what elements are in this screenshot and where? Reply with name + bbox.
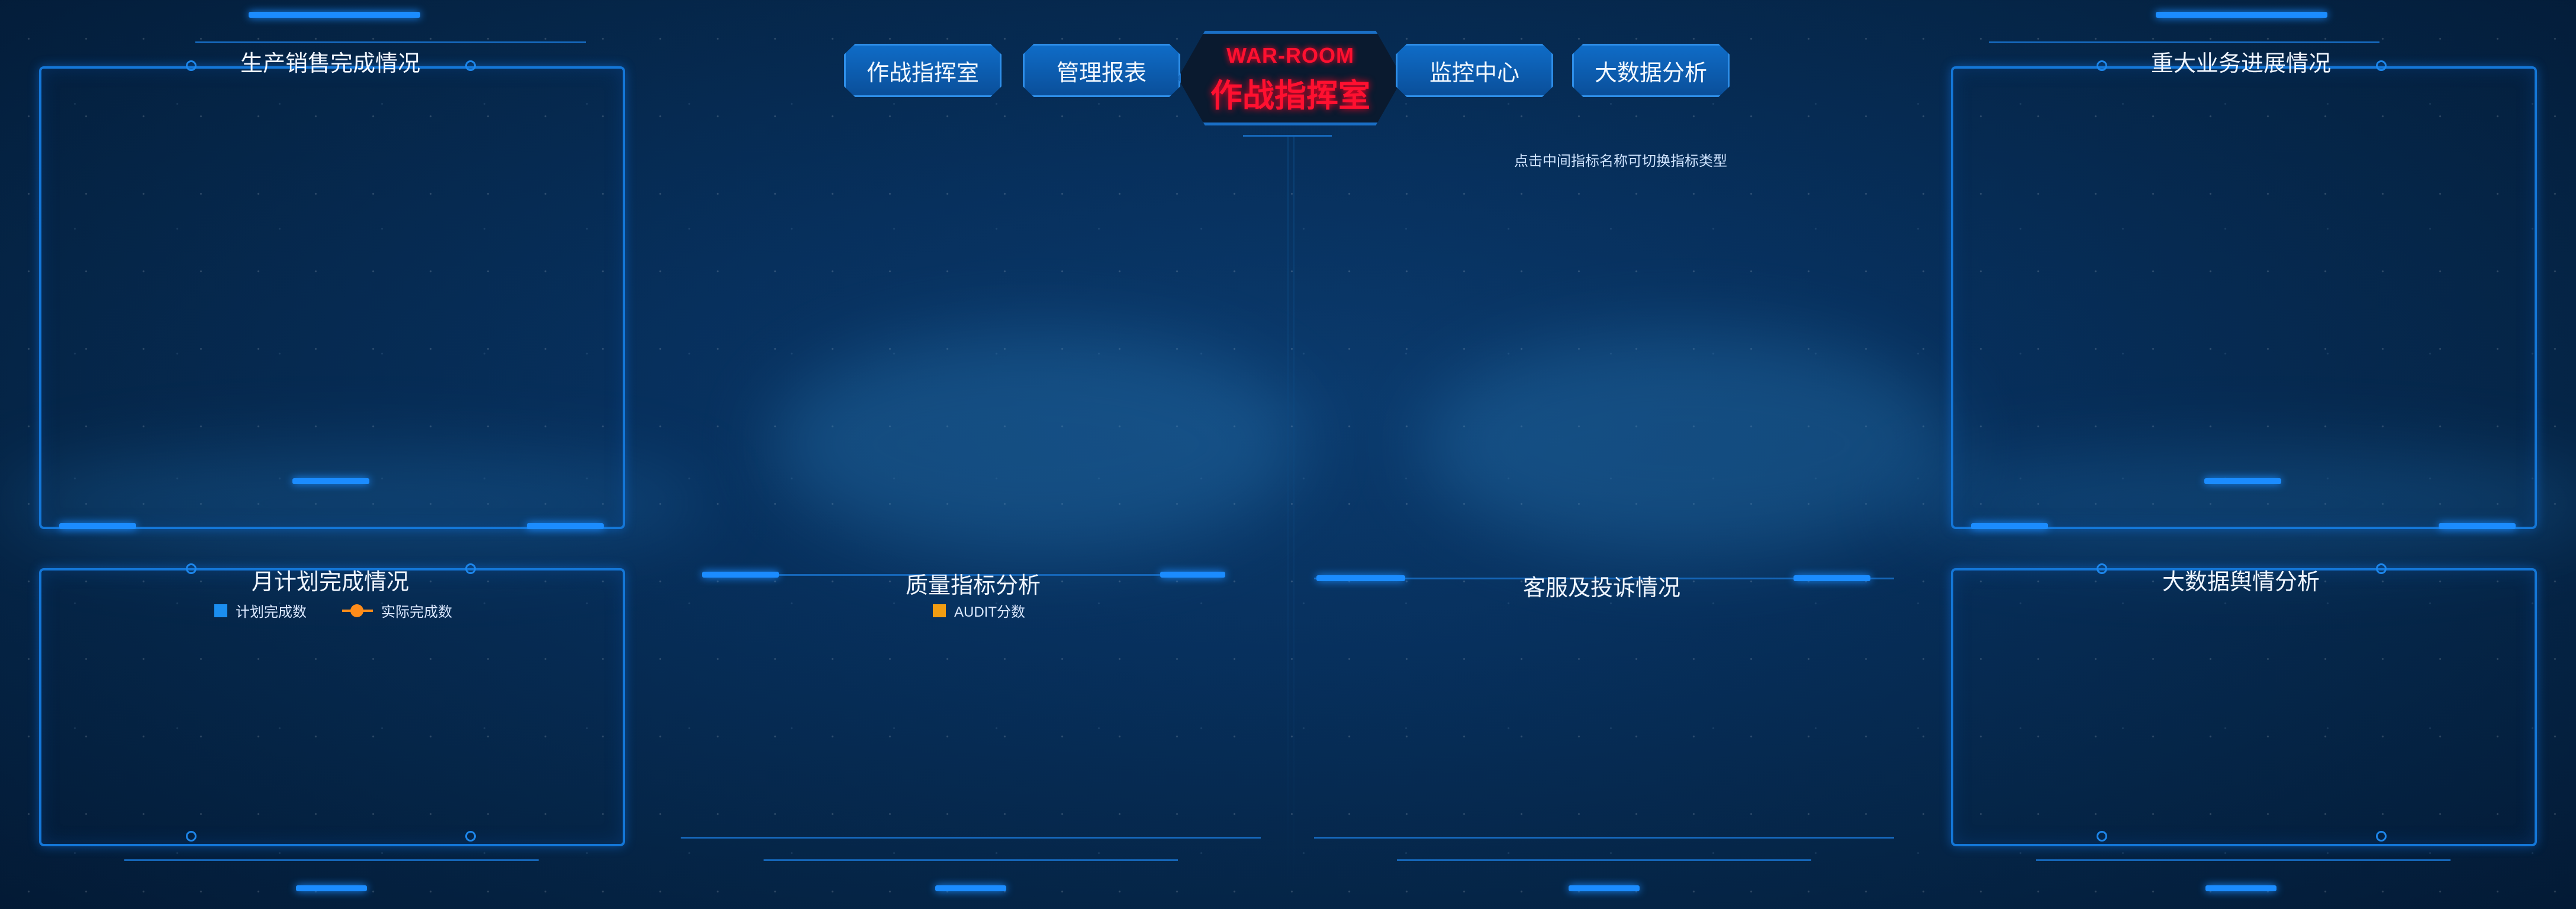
panel-title: 生产销售完成情况: [240, 51, 421, 76]
panel-footer-line: [124, 859, 539, 861]
emblem-chinese-title: 作战指挥室: [1210, 78, 1370, 114]
panel-title: 月计划完成情况: [251, 570, 410, 595]
panel-accent: [1569, 885, 1640, 891]
legend-label: 实际完成数: [381, 604, 452, 620]
legend-plan-completed[interactable]: 计划完成数: [214, 600, 307, 621]
panel-accent: [1160, 572, 1225, 578]
panel-title: 重大业务进展情况: [2150, 51, 2332, 76]
panel-accent: [2439, 523, 2516, 529]
center-divider-line: [1287, 136, 1289, 894]
legend-label: AUDIT分数: [954, 604, 1025, 620]
panel-monthly-plan: [39, 568, 625, 846]
panel-title[interactable]: 客服及投诉情况: [1523, 569, 1680, 602]
nav-button-monitor-center[interactable]: 监控中心: [1396, 44, 1553, 97]
center-divider-line-2: [1293, 136, 1295, 894]
panel-corner-dot: [186, 563, 197, 574]
nebula-left: [769, 331, 1302, 556]
legend-swatch-blue: [214, 604, 227, 617]
panel-footer-line: [681, 837, 1261, 839]
panel-footer-line: [1314, 837, 1894, 839]
panel-accent: [292, 478, 369, 484]
nav-button-management-report[interactable]: 管理报表: [1023, 44, 1180, 97]
panel-accent: [2204, 478, 2281, 484]
panel-title[interactable]: 质量指标分析: [906, 567, 1041, 599]
panel-accent: [2156, 12, 2327, 18]
nav-button-war-room[interactable]: 作战指挥室: [844, 44, 1002, 97]
panel-accent: [249, 12, 420, 18]
panel-accent: [296, 885, 367, 891]
panel-corner-dot: [465, 60, 476, 71]
legend-actual-completed[interactable]: 实际完成数: [342, 600, 452, 621]
panel-accent: [1971, 523, 2048, 529]
panel-corner-dot: [2097, 60, 2107, 71]
panel-corner-dot: [2376, 563, 2387, 574]
panel-accent: [527, 523, 604, 529]
center-emblem[interactable]: WAR-ROOM 作战指挥室: [1178, 31, 1403, 125]
panel-accent: [702, 572, 779, 578]
legend-swatch-orange: [933, 604, 946, 617]
legend-label: 计划完成数: [236, 604, 307, 620]
panel-corner-dot: [2097, 831, 2107, 842]
panel-corner-dot: [465, 831, 476, 842]
panel-footer-line: [2036, 859, 2451, 861]
panel-title: 大数据舆情分析: [2162, 570, 2320, 595]
legend-line-orange: [342, 604, 373, 617]
panel-accent: [1316, 575, 1405, 581]
panel-footer-line: [1397, 859, 1811, 861]
panel-accent: [2205, 885, 2276, 891]
legend-audit-score[interactable]: AUDIT分数: [933, 600, 1025, 621]
panel-header-line: [195, 41, 586, 43]
panel-corner-dot: [465, 563, 476, 574]
panel-big-data-sentiment: [1951, 568, 2537, 846]
nebula-right: [1421, 331, 1953, 556]
panel-accent: [59, 523, 136, 529]
nav-button-big-data[interactable]: 大数据分析: [1572, 44, 1730, 97]
panel-major-business: [1951, 66, 2537, 529]
panel-production-sales: [39, 66, 625, 529]
panel-accent: [1793, 575, 1870, 581]
emblem-english-title: WAR-ROOM: [1226, 43, 1354, 67]
panel-corner-dot: [2097, 563, 2107, 574]
panel-corner-dot: [186, 831, 197, 842]
panel-corner-dot: [2376, 60, 2387, 71]
panel-accent: [935, 885, 1006, 891]
panel-corner-dot: [2376, 831, 2387, 842]
panel-footer-line: [764, 859, 1178, 861]
panel-corner-dot: [186, 60, 197, 71]
hint-text: 点击中间指标名称可切换指标类型: [1514, 153, 1727, 169]
panel-header-line: [1989, 41, 2379, 43]
nav-underline: [1243, 135, 1332, 137]
